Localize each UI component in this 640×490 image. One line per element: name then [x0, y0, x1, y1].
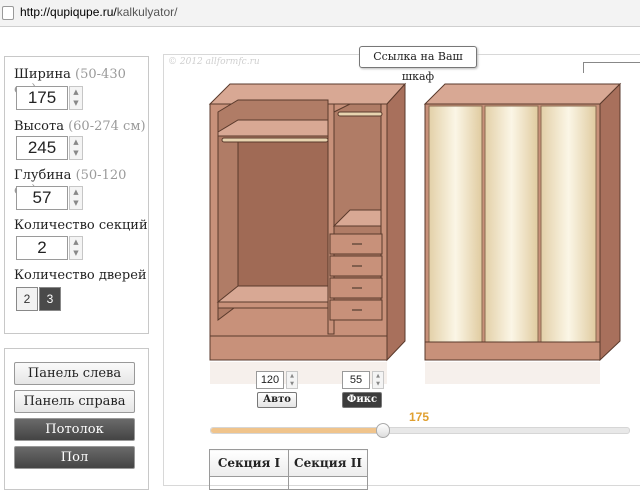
width-slider[interactable] — [210, 423, 630, 438]
bottom-shelf — [216, 285, 329, 303]
wardrobe-drawing — [208, 82, 622, 384]
open-wardrobe — [208, 82, 407, 362]
slider-fill — [211, 428, 383, 433]
open-wardrobe-plinth — [209, 335, 388, 361]
bottom-shelf-edge — [217, 301, 329, 309]
table-cell — [209, 476, 289, 490]
sections-table: Секция I Секция II — [209, 449, 368, 490]
section2-fixed-button[interactable]: Фикс — [342, 392, 382, 408]
closed-wardrobe-top — [423, 83, 622, 105]
spin-down-icon[interactable]: ▼ — [373, 380, 383, 388]
mirror-door-2 — [484, 105, 539, 343]
top-shelf — [217, 119, 329, 137]
section2-width-input[interactable]: 55 — [342, 371, 370, 389]
spin-down-icon[interactable]: ▼ — [287, 380, 297, 388]
section1-auto-button[interactable]: Авто — [257, 392, 297, 408]
mirror-door-1 — [428, 105, 483, 343]
section1-width-input[interactable]: 120 — [256, 371, 284, 389]
closed-wardrobe-side — [599, 82, 621, 362]
mirror-door-3 — [540, 105, 597, 343]
section2-width-spinner[interactable]: ▲ ▼ — [372, 371, 384, 389]
left-back-panel — [237, 139, 329, 287]
hanging-rail — [221, 137, 329, 143]
right-hanging-rail — [337, 111, 383, 117]
spin-up-icon[interactable]: ▲ — [287, 372, 297, 380]
section-2-header[interactable]: Секция II — [288, 449, 368, 477]
closed-wardrobe-reflection — [425, 362, 600, 384]
section-1-header[interactable]: Секция I — [209, 449, 289, 477]
slider-value: 175 — [409, 410, 430, 424]
spin-up-icon[interactable]: ▲ — [373, 372, 383, 380]
open-wardrobe-side — [386, 82, 406, 362]
table-cell — [288, 476, 368, 490]
closed-wardrobe — [423, 82, 622, 362]
closed-wardrobe-plinth — [424, 341, 601, 361]
section1-width-spinner[interactable]: ▲ ▼ — [286, 371, 298, 389]
